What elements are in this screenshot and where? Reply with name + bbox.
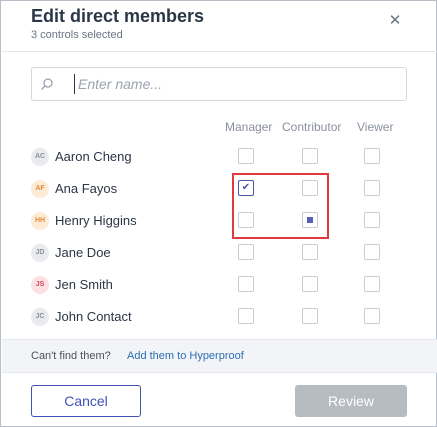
contributor-checkbox[interactable]: [302, 148, 318, 164]
search-input[interactable]: [74, 74, 394, 94]
highlight-box: [232, 173, 329, 239]
avatar: HH: [31, 212, 49, 230]
member-row: JD Jane Doe: [1, 239, 437, 271]
manager-checkbox[interactable]: [238, 276, 254, 292]
member-name: Aaron Cheng: [55, 149, 132, 164]
footer-note: Can't find them? Add them to Hyperproof: [2, 339, 437, 372]
header-divider: [2, 51, 437, 52]
contributor-checkbox[interactable]: [302, 308, 318, 324]
contributor-checkbox[interactable]: [302, 276, 318, 292]
viewer-checkbox[interactable]: [364, 180, 380, 196]
member-name: Jane Doe: [55, 245, 111, 260]
member-row: JS Jen Smith: [1, 271, 437, 303]
search-icon: [41, 78, 53, 90]
close-icon[interactable]: ✕: [384, 10, 406, 32]
footer-note-text: Can't find them?: [31, 350, 111, 362]
avatar: JD: [31, 244, 49, 262]
manager-checkbox[interactable]: [238, 244, 254, 260]
member-name: Ana Fayos: [55, 181, 118, 196]
manager-checkbox[interactable]: [238, 308, 254, 324]
viewer-checkbox[interactable]: [364, 308, 380, 324]
dialog-subtitle: 3 controls selected: [31, 29, 123, 41]
avatar: JS: [31, 276, 49, 294]
viewer-checkbox[interactable]: [364, 244, 380, 260]
avatar: AF: [31, 180, 49, 198]
viewer-checkbox[interactable]: [364, 276, 380, 292]
column-header-contributor: Contributor: [282, 120, 342, 134]
avatar: JC: [31, 308, 49, 326]
member-name: Jen Smith: [55, 277, 113, 292]
footer-divider: [2, 372, 437, 373]
member-row: AC Aaron Cheng: [1, 143, 437, 175]
dialog-title: Edit direct members: [31, 6, 205, 26]
column-header-viewer: Viewer: [357, 120, 394, 134]
member-row: HH Henry Higgins: [1, 207, 437, 239]
member-name: Henry Higgins: [55, 213, 137, 228]
viewer-checkbox[interactable]: [364, 148, 380, 164]
viewer-checkbox[interactable]: [364, 212, 380, 228]
search-box: [31, 67, 407, 101]
avatar: AC: [31, 148, 49, 166]
add-to-hyperproof-link[interactable]: Add them to Hyperproof: [127, 350, 244, 362]
manager-checkbox[interactable]: [238, 148, 254, 164]
cancel-button[interactable]: Cancel: [31, 385, 141, 417]
member-name: John Contact: [55, 309, 132, 324]
member-row: JC John Contact: [1, 303, 437, 335]
column-header-manager: Manager: [225, 120, 273, 134]
member-row: AF Ana Fayos ✔: [1, 175, 437, 207]
review-button[interactable]: Review: [295, 385, 407, 417]
edit-members-dialog: Edit direct members 3 controls selected …: [0, 0, 437, 427]
contributor-checkbox[interactable]: [302, 244, 318, 260]
